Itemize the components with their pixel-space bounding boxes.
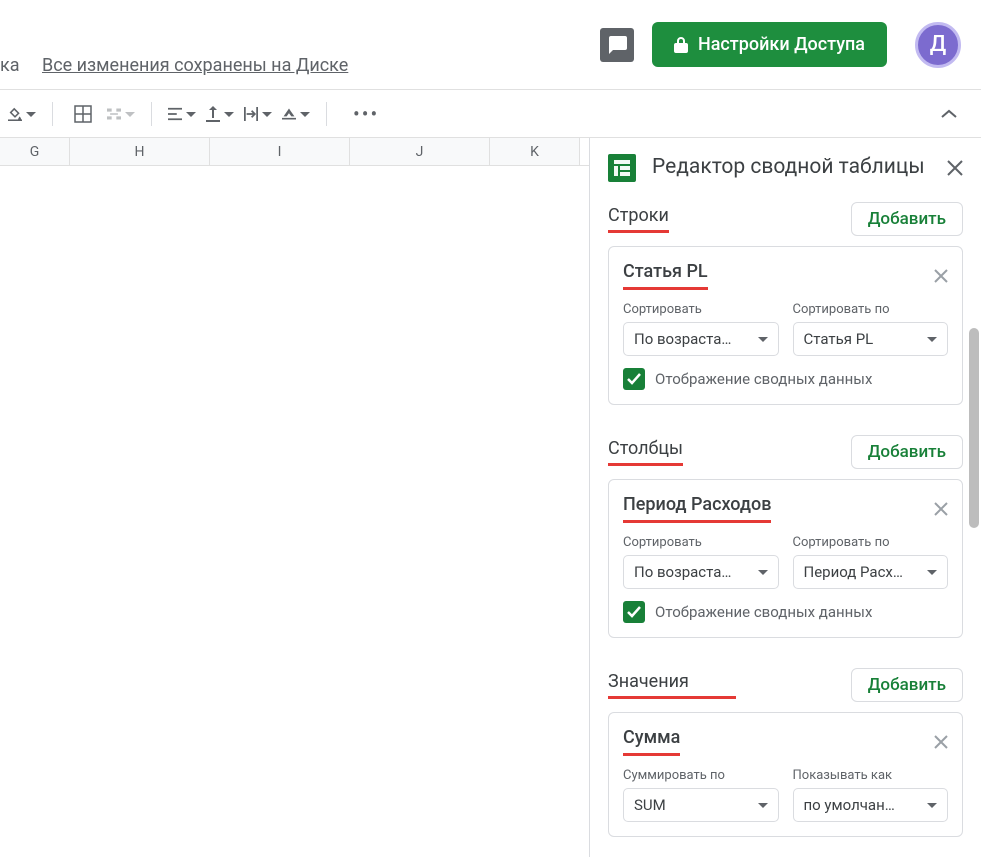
section-values-label: Значения xyxy=(608,671,689,692)
close-icon xyxy=(934,502,948,516)
panel-scrollbar[interactable] xyxy=(969,328,979,528)
comment-icon xyxy=(607,36,627,54)
section-rows-label: Строки xyxy=(608,205,669,226)
close-icon xyxy=(947,160,963,176)
section-columns-label: Столбцы xyxy=(608,438,683,459)
summarize-select[interactable]: SUM xyxy=(623,788,779,822)
close-icon xyxy=(934,269,948,283)
wrap-icon xyxy=(244,106,258,122)
show-totals-checkbox[interactable] xyxy=(623,601,645,623)
remove-column-field[interactable] xyxy=(934,502,948,516)
merge-icon xyxy=(107,107,121,121)
lock-icon xyxy=(674,37,688,53)
borders-icon xyxy=(74,105,92,123)
fill-color-tool[interactable] xyxy=(8,100,36,128)
remove-row-field[interactable] xyxy=(934,269,948,283)
column-header[interactable]: I xyxy=(210,138,350,165)
sort-label: Сортировать xyxy=(623,535,779,550)
save-status-link[interactable]: Все изменения сохранены на Диске xyxy=(42,55,348,76)
pivot-editor-panel: Редактор сводной таблицы Строки Добавить… xyxy=(589,138,981,857)
spreadsheet-grid[interactable]: G H I J K xyxy=(0,138,589,857)
column-header[interactable]: H xyxy=(70,138,210,165)
paint-icon xyxy=(8,105,22,123)
separator xyxy=(326,102,327,126)
row-field-card: Статья PL Сортировать По возраста… Сорти… xyxy=(608,246,963,405)
more-tools[interactable]: ••• xyxy=(353,102,379,126)
sort-by-select[interactable]: Статья PL xyxy=(793,322,949,356)
remove-value-field[interactable] xyxy=(934,735,948,749)
align-icon xyxy=(168,107,182,121)
showas-label: Показывать как xyxy=(793,768,949,783)
toolbar: ••• xyxy=(0,90,981,138)
comments-button[interactable] xyxy=(600,28,634,62)
column-field-title: Период Расходов xyxy=(623,494,771,515)
column-header[interactable]: K xyxy=(490,138,580,165)
show-totals-checkbox[interactable] xyxy=(623,368,645,390)
sortby-label: Сортировать по xyxy=(793,535,949,550)
value-field-card: Сумма Суммировать по SUM Показывать как … xyxy=(608,712,963,837)
pivot-table-icon xyxy=(608,154,636,182)
rotate-tool[interactable] xyxy=(282,100,310,128)
sort-by-select[interactable]: Период Расх… xyxy=(793,555,949,589)
borders-tool[interactable] xyxy=(69,100,97,128)
check-icon xyxy=(627,606,641,618)
value-field-title: Сумма xyxy=(623,727,680,748)
separator xyxy=(151,102,152,126)
close-icon xyxy=(934,735,948,749)
share-button-label: Настройки Доступа xyxy=(698,34,865,55)
show-totals-label: Отображение сводных данных xyxy=(655,603,872,621)
summarize-label: Суммировать по xyxy=(623,768,779,783)
add-values-button[interactable]: Добавить xyxy=(851,668,963,702)
column-header[interactable]: G xyxy=(0,138,70,165)
check-icon xyxy=(627,373,641,385)
share-button[interactable]: Настройки Доступа xyxy=(652,22,887,67)
separator xyxy=(52,102,53,126)
column-header[interactable]: J xyxy=(350,138,490,165)
sort-order-select[interactable]: По возраста… xyxy=(623,555,779,589)
add-rows-button[interactable]: Добавить xyxy=(851,202,963,236)
avatar-letter: Д xyxy=(930,32,946,57)
column-field-card: Период Расходов Сортировать По возраста…… xyxy=(608,479,963,638)
sort-order-select[interactable]: По возраста… xyxy=(623,322,779,356)
sort-label: Сортировать xyxy=(623,302,779,317)
add-columns-button[interactable]: Добавить xyxy=(851,435,963,469)
sortby-label: Сортировать по xyxy=(793,302,949,317)
valign-tool[interactable] xyxy=(206,100,234,128)
collapse-toolbar[interactable] xyxy=(941,109,957,119)
avatar[interactable]: Д xyxy=(915,22,961,68)
wrap-tool[interactable] xyxy=(244,100,272,128)
title-fragment: ка xyxy=(0,55,20,76)
panel-title: Редактор сводной таблицы xyxy=(652,154,931,181)
close-panel-button[interactable] xyxy=(947,160,963,176)
valign-icon xyxy=(206,106,220,122)
chevron-up-icon xyxy=(941,109,957,119)
row-field-title: Статья PL xyxy=(623,261,708,282)
show-totals-label: Отображение сводных данных xyxy=(655,370,872,388)
showas-select[interactable]: по умолчан… xyxy=(793,788,949,822)
merge-cells-tool[interactable] xyxy=(107,100,135,128)
rotate-icon xyxy=(282,107,296,121)
align-tool[interactable] xyxy=(168,100,196,128)
